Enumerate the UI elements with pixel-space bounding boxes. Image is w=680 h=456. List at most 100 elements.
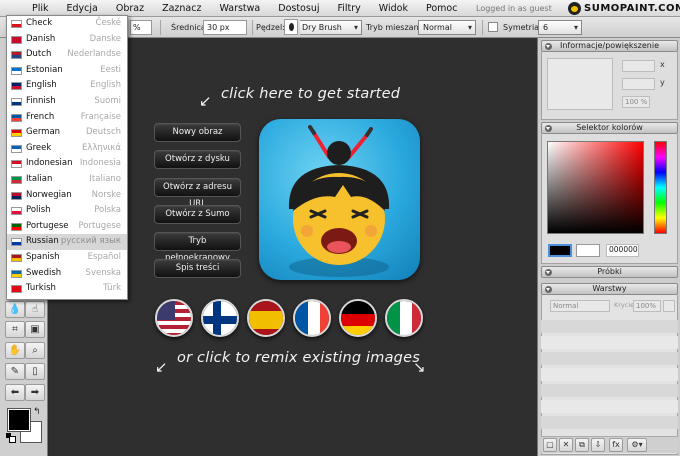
layer-row[interactable] [541,400,678,413]
foreground-color-swatch[interactable] [7,408,31,432]
new-image-button[interactable]: Nowy obraz [154,123,241,142]
delete-layer-icon[interactable]: ✕ [559,438,573,452]
language-item-swedish[interactable]: Swedish Svenska [7,266,127,282]
collapse-icon[interactable] [545,43,552,50]
navigator-thumbnail[interactable] [547,58,613,110]
duplicate-layer-icon[interactable]: ⧉ [575,438,589,452]
eraser-tool-icon[interactable]: ▯ [25,363,45,380]
blend-mode-select[interactable]: Normal [418,20,476,35]
fullscreen-mode-button[interactable]: Tryb pełnoekranowy [154,232,241,263]
language-native-name: Nederlandse [67,49,121,60]
menu-warstwa[interactable]: Warstwa [210,0,269,17]
new-layer-icon[interactable]: ▢ [543,438,557,452]
language-item-norwegian[interactable]: Norwegian Norske [7,188,127,204]
info-panel-title: Informacje/powiększenie [559,41,660,50]
layer-opacity-field[interactable]: 100% [633,300,661,312]
language-item-indonesian[interactable]: Indonesian Indonesia [7,156,127,172]
layer-blend-select[interactable]: Normal [550,300,610,312]
merge-layer-icon[interactable]: ⇩ [591,438,605,452]
turkish-flag-icon [11,285,22,294]
arrow-down-right-icon: ↘ [413,358,426,376]
x-coordinate-field [622,60,655,72]
brush-select[interactable]: Dry Brush [300,20,362,35]
menu-filtry[interactable]: Filtry [328,0,369,17]
swatches-panel-header[interactable]: Próbki [541,266,678,278]
flag-finland-remix[interactable] [201,299,239,337]
layer-row[interactable] [541,352,678,365]
language-native-name: Suomi [94,95,121,106]
layer-row[interactable] [541,384,678,397]
sumopaint-logo[interactable]: SUMOPAINT.COM [568,1,680,16]
layer-row[interactable] [541,320,678,333]
menu-dostosuj[interactable]: Dostosuj [269,0,328,17]
brush-preview-icon[interactable] [284,19,298,35]
undo-icon[interactable]: ⬅ [5,384,25,401]
open-from-sumo-button[interactable]: Otwórz z Sumo [154,205,241,224]
language-item-spanish[interactable]: Spanish Español [7,250,127,266]
language-item-greek[interactable]: Greek Ελληνικά [7,141,127,157]
layer-effects-icon[interactable]: fx [609,438,623,452]
language-item-portugese[interactable]: Portugese Portugese [7,219,127,235]
login-status[interactable]: Logged in as guest [476,0,552,17]
language-item-polish[interactable]: Polish Polska [7,203,127,219]
reset-colors-icon[interactable] [6,433,16,443]
flag-germany-remix[interactable] [339,299,377,337]
language-item-turkish[interactable]: Turkish Türk [7,281,127,297]
language-item-german[interactable]: German Deutsch [7,125,127,141]
table-of-contents-button[interactable]: Spis treści [154,259,241,278]
flag-italy-remix[interactable] [385,299,423,337]
collapse-icon[interactable] [545,286,552,293]
layers-panel-header[interactable]: Warstwy [541,283,678,295]
flag-usa-remix[interactable] [155,299,193,337]
previous-color-swatch[interactable] [576,244,600,257]
crop-tool-icon[interactable]: ⌗ [5,321,25,338]
info-panel-header[interactable]: Informacje/powiększenie [541,40,678,52]
collapse-icon[interactable] [545,125,552,132]
open-from-disk-button[interactable]: Otwórz z dysku [154,150,241,169]
language-item-estonian[interactable]: Estonian Eesti [7,63,127,79]
separator [160,20,161,35]
layer-row[interactable] [541,368,678,381]
zoom-field[interactable]: 100 % [622,96,650,108]
current-color-swatch[interactable] [548,244,572,257]
image-tool-icon[interactable]: ▣ [25,321,45,338]
opacity-stepper-icon[interactable] [663,300,675,312]
layer-row[interactable] [541,416,678,429]
saturation-brightness-picker[interactable] [547,141,644,234]
language-item-english[interactable]: English English [7,78,127,94]
symmetry-select[interactable]: 6 [538,20,582,35]
symmetry-checkbox[interactable] [488,22,498,32]
color-panel-header[interactable]: Selektor kolorów [541,122,678,134]
hex-color-input[interactable]: 000000 [606,244,639,257]
language-item-french[interactable]: French Française [7,110,127,126]
open-from-url-button[interactable]: Otwórz z adresu URL [154,178,241,209]
opacity-field[interactable]: % [130,20,152,35]
layer-options-gear-icon[interactable]: ⚙▾ [627,438,647,452]
menu-zaznacz[interactable]: Zaznacz [153,0,210,17]
layer-row[interactable] [541,336,678,349]
sumo-character-icon[interactable] [259,119,420,280]
size-input[interactable]: 30 px [203,20,247,35]
flag-spain-remix[interactable] [247,299,285,337]
eyedropper-tool-icon[interactable]: ✎ [5,363,25,380]
smudge-tool-icon[interactable]: ☝ [25,301,45,318]
language-item-italian[interactable]: Italian Italiano [7,172,127,188]
hand-tool-icon[interactable]: ✋ [5,342,25,359]
collapse-icon[interactable] [545,269,552,276]
flag-france-remix[interactable] [293,299,331,337]
hue-slider[interactable] [654,141,667,234]
menu-pomoc[interactable]: Pomoc [417,0,467,17]
swap-colors-icon[interactable]: ↰ [33,407,41,417]
drop-tool-icon[interactable]: 💧 [5,301,25,318]
separator [482,20,483,35]
language-item-danish[interactable]: Danish Danske [7,32,127,48]
language-item-dutch[interactable]: Dutch Nederlandse [7,47,127,63]
zoom-tool-icon[interactable]: ⌕ [25,342,45,359]
language-item-finnish[interactable]: Finnish Suomi [7,94,127,110]
menu-widok[interactable]: Widok [370,0,417,17]
language-item-russian[interactable]: Russian русский язык [7,234,127,250]
language-item-check[interactable]: Check České [7,16,127,32]
arrow-down-left-icon: ↙ [199,92,212,110]
redo-icon[interactable]: ➡ [25,384,45,401]
language-english-name: Swedish [26,267,62,278]
